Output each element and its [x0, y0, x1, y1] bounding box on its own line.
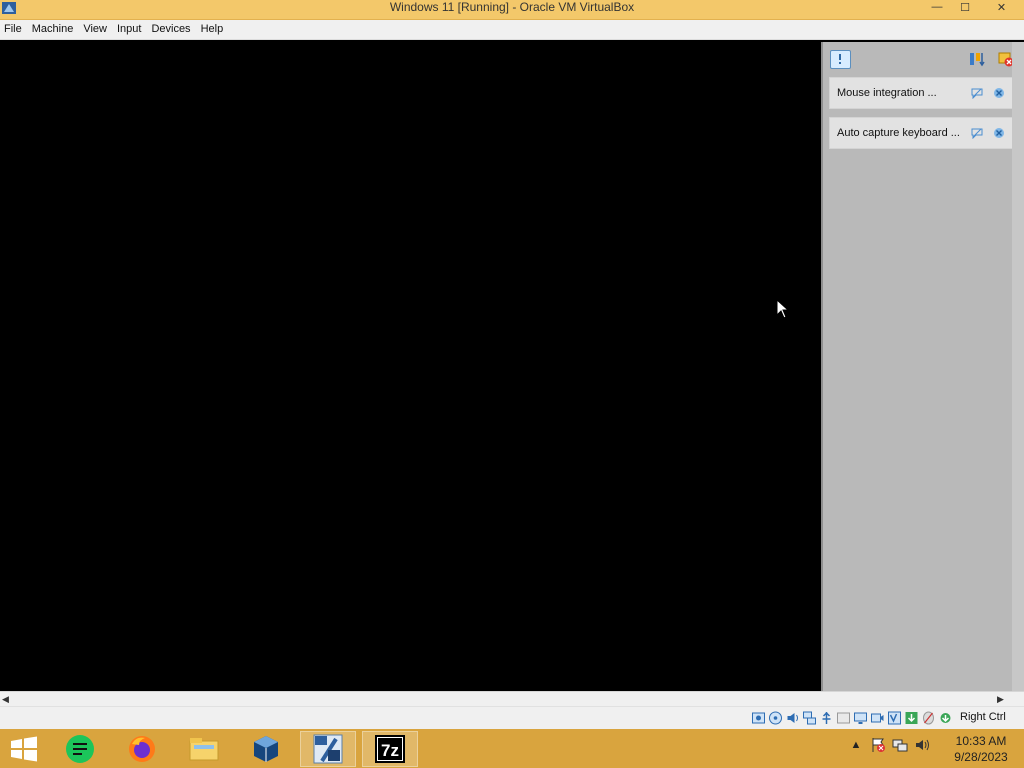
- taskbar-windows-11-vm[interactable]: [300, 731, 356, 767]
- usb-icon[interactable]: [819, 711, 834, 725]
- notification-auto-capture-keyboard[interactable]: Auto capture keyboard ...: [829, 117, 1014, 149]
- minimize-button[interactable]: —: [923, 0, 951, 14]
- notification-text: Mouse integration ...: [837, 87, 937, 99]
- dismiss-icon[interactable]: [993, 127, 1005, 139]
- dont-show-again-icon[interactable]: [971, 87, 983, 99]
- menu-help[interactable]: Help: [197, 20, 230, 39]
- video-capture-icon[interactable]: [870, 711, 885, 725]
- notification-panel-toolbar: [823, 42, 1014, 76]
- taskbar-virtualbox[interactable]: [238, 731, 294, 767]
- audio-icon[interactable]: [785, 711, 800, 725]
- title-bar[interactable]: Windows 11 [Running] - Oracle VM Virtual…: [0, 0, 1024, 20]
- taskbar-file-explorer[interactable]: [176, 731, 232, 767]
- clock[interactable]: 10:33 AM 9/28/2023: [946, 733, 1016, 765]
- 7zip-icon: 7z: [375, 735, 405, 763]
- svg-text:7z: 7z: [381, 741, 399, 760]
- clock-date: 9/28/2023: [954, 750, 1008, 764]
- taskbar: 7z ▲ 10:33 AM 9/28/2023: [0, 729, 1024, 768]
- close-button[interactable]: ✕: [979, 0, 1024, 14]
- menu-devices[interactable]: Devices: [147, 20, 196, 39]
- dismiss-icon[interactable]: [993, 87, 1005, 99]
- vm-display[interactable]: [0, 40, 820, 690]
- notification-panel-scrollbar[interactable]: [1012, 42, 1024, 691]
- show-hidden-icons[interactable]: ▲: [848, 737, 864, 753]
- notes-app-icon: [66, 735, 94, 763]
- sort-notifications-icon[interactable]: [969, 51, 985, 67]
- volume-icon[interactable]: [914, 737, 930, 753]
- windows-11-vm-icon: [313, 734, 343, 764]
- start-icon[interactable]: [8, 736, 40, 762]
- keyboard-capture-icon[interactable]: [938, 711, 953, 725]
- virtualization-icon[interactable]: [887, 711, 902, 725]
- taskbar-7zip[interactable]: 7z: [362, 731, 418, 767]
- notification-text: Auto capture keyboard ...: [837, 127, 960, 139]
- menu-bar: File Machine View Input Devices Help: [0, 20, 1024, 40]
- menu-file[interactable]: File: [0, 20, 28, 39]
- optical-disk-icon[interactable]: [768, 711, 783, 725]
- network-tray-icon[interactable]: [892, 737, 908, 753]
- notification-center-icon[interactable]: [830, 50, 851, 69]
- hard-disk-icon[interactable]: [751, 711, 766, 725]
- firefox-icon: [129, 736, 155, 762]
- virtualbox-icon: [254, 736, 278, 762]
- clock-time: 10:33 AM: [955, 734, 1007, 748]
- system-tray: ▲: [848, 737, 930, 753]
- shared-folders-icon[interactable]: [836, 711, 851, 725]
- mouse-cursor-icon: [776, 299, 790, 319]
- guest-additions-icon[interactable]: [904, 711, 919, 725]
- horizontal-scrollbar[interactable]: ◀ ▶: [0, 691, 1024, 706]
- host-key-label[interactable]: Right Ctrl: [960, 711, 1006, 723]
- menu-view[interactable]: View: [79, 20, 113, 39]
- status-bar: Right Ctrl: [0, 706, 1024, 729]
- window-title: Windows 11 [Running] - Oracle VM Virtual…: [389, 0, 635, 14]
- taskbar-firefox[interactable]: [114, 731, 170, 767]
- mouse-integration-icon[interactable]: [921, 711, 936, 725]
- display-icon[interactable]: [853, 711, 868, 725]
- maximize-button[interactable]: ☐: [951, 0, 979, 14]
- menu-input[interactable]: Input: [113, 20, 147, 39]
- network-icon[interactable]: [802, 711, 817, 725]
- scroll-right-icon[interactable]: ▶: [997, 694, 1004, 705]
- scroll-left-icon[interactable]: ◀: [2, 694, 9, 705]
- dont-show-again-icon[interactable]: [971, 127, 983, 139]
- action-center-icon[interactable]: [870, 737, 886, 753]
- file-explorer-icon: [189, 738, 219, 761]
- menu-machine[interactable]: Machine: [28, 20, 80, 39]
- taskbar-notes-app[interactable]: [52, 731, 108, 767]
- notification-panel: Mouse integration ... Auto capture keybo…: [821, 42, 1024, 691]
- notification-mouse-integration[interactable]: Mouse integration ...: [829, 77, 1014, 109]
